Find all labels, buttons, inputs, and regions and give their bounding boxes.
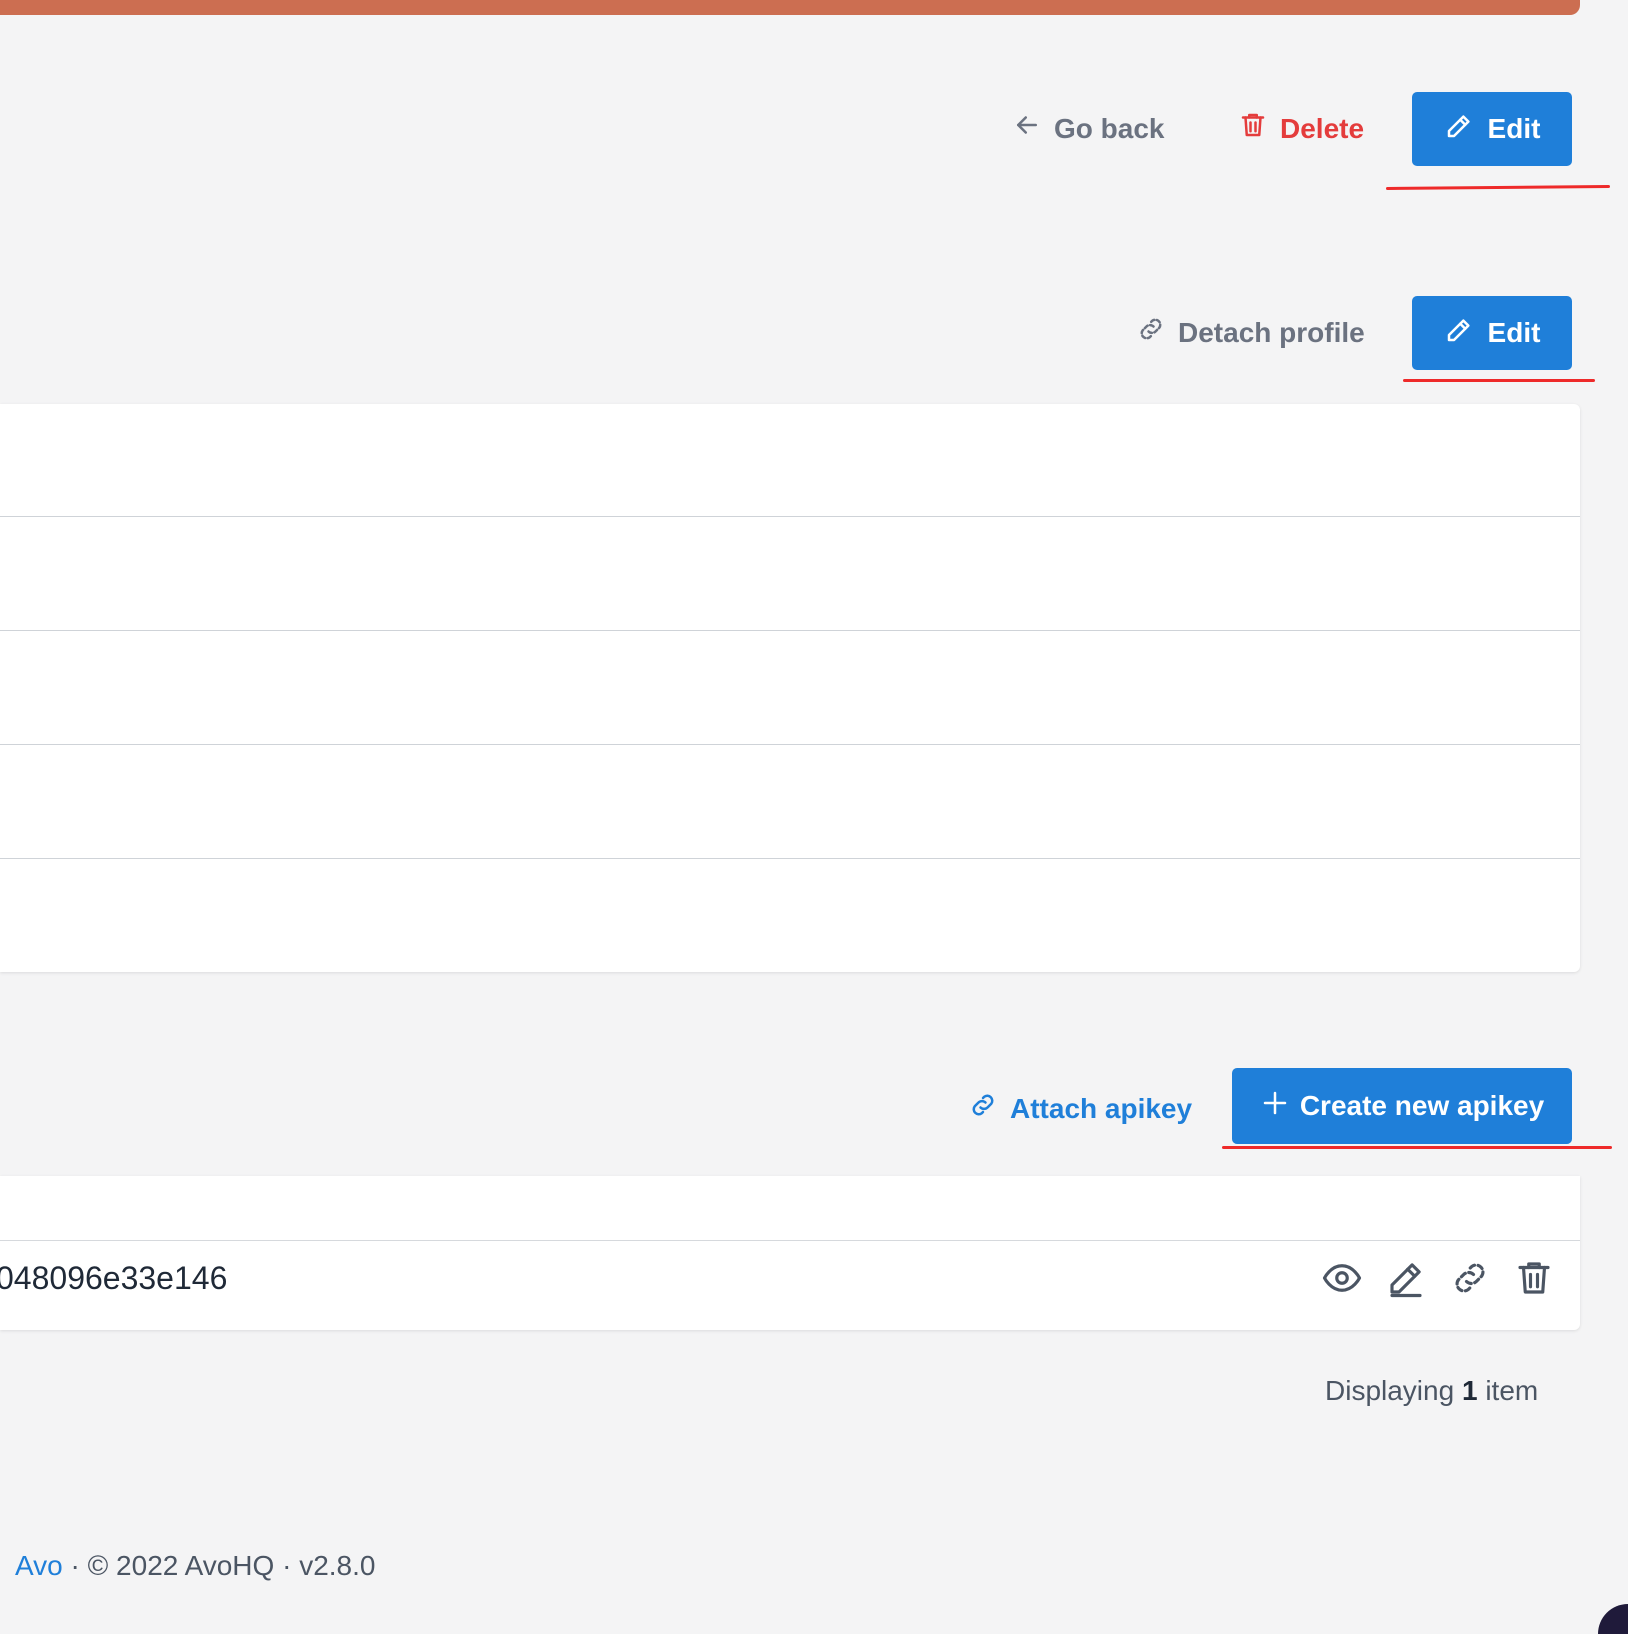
attach-apikey-button[interactable]: Attach apikey bbox=[968, 1090, 1192, 1127]
plus-icon bbox=[1260, 1088, 1290, 1125]
eye-icon bbox=[1321, 1257, 1363, 1304]
delete-button[interactable]: Delete bbox=[1238, 110, 1364, 147]
edit-button[interactable]: Edit bbox=[1412, 92, 1572, 166]
go-back-label: Go back bbox=[1054, 112, 1165, 144]
footer-copyright: · © 2022 AvoHQ · v2.8.0 bbox=[62, 1550, 376, 1581]
pagination-summary: Displaying 1 item bbox=[1325, 1375, 1538, 1407]
edit-row-button[interactable] bbox=[1384, 1258, 1428, 1302]
top-accent-bar bbox=[0, 0, 1580, 15]
link-icon bbox=[968, 1090, 998, 1127]
footer-brand-link[interactable]: Avo bbox=[15, 1550, 63, 1581]
pagination-suffix: item bbox=[1485, 1375, 1539, 1406]
pencil-icon bbox=[1444, 111, 1474, 148]
pencil-icon bbox=[1444, 315, 1474, 352]
trash-icon bbox=[1513, 1257, 1555, 1304]
view-button[interactable] bbox=[1320, 1258, 1364, 1302]
annotation-underline bbox=[1385, 185, 1611, 190]
panel-divider bbox=[0, 744, 1580, 745]
trash-icon bbox=[1238, 110, 1268, 147]
pagination-prefix: Displaying bbox=[1325, 1375, 1455, 1406]
detach-row-button[interactable] bbox=[1448, 1258, 1492, 1302]
panel-divider bbox=[0, 630, 1580, 631]
pencil-icon bbox=[1385, 1257, 1427, 1304]
detach-profile-button[interactable]: Detach profile bbox=[1136, 314, 1365, 351]
window-corner bbox=[1598, 1604, 1628, 1634]
create-apikey-button[interactable]: Create new apikey bbox=[1232, 1068, 1572, 1144]
detach-profile-label: Detach profile bbox=[1178, 316, 1365, 348]
edit-profile-button[interactable]: Edit bbox=[1412, 296, 1572, 370]
annotation-underline bbox=[1403, 379, 1595, 382]
unlink-icon bbox=[1136, 314, 1166, 351]
delete-row-button[interactable] bbox=[1512, 1258, 1556, 1302]
panel-divider bbox=[0, 858, 1580, 859]
edit-label: Edit bbox=[1487, 113, 1541, 144]
arrow-left-icon bbox=[1012, 110, 1042, 147]
pagination-count: 1 bbox=[1461, 1375, 1478, 1406]
create-apikey-label: Create new apikey bbox=[1299, 1090, 1545, 1121]
go-back-button[interactable]: Go back bbox=[1012, 110, 1164, 147]
delete-label: Delete bbox=[1280, 112, 1365, 144]
table-header-divider bbox=[0, 1240, 1580, 1241]
attach-apikey-label: Attach apikey bbox=[1010, 1092, 1193, 1124]
annotation-underline bbox=[1222, 1146, 1612, 1149]
apikeys-table: 048096e33e146 bbox=[0, 1176, 1580, 1330]
panel-divider bbox=[0, 516, 1580, 517]
footer: Avo · © 2022 AvoHQ · v2.8.0 bbox=[15, 1550, 375, 1582]
unlink-icon bbox=[1449, 1257, 1491, 1304]
profile-panel bbox=[0, 404, 1580, 972]
apikey-id-cell: 048096e33e146 bbox=[0, 1260, 228, 1296]
row-actions bbox=[1320, 1258, 1556, 1302]
edit-profile-label: Edit bbox=[1487, 317, 1541, 348]
